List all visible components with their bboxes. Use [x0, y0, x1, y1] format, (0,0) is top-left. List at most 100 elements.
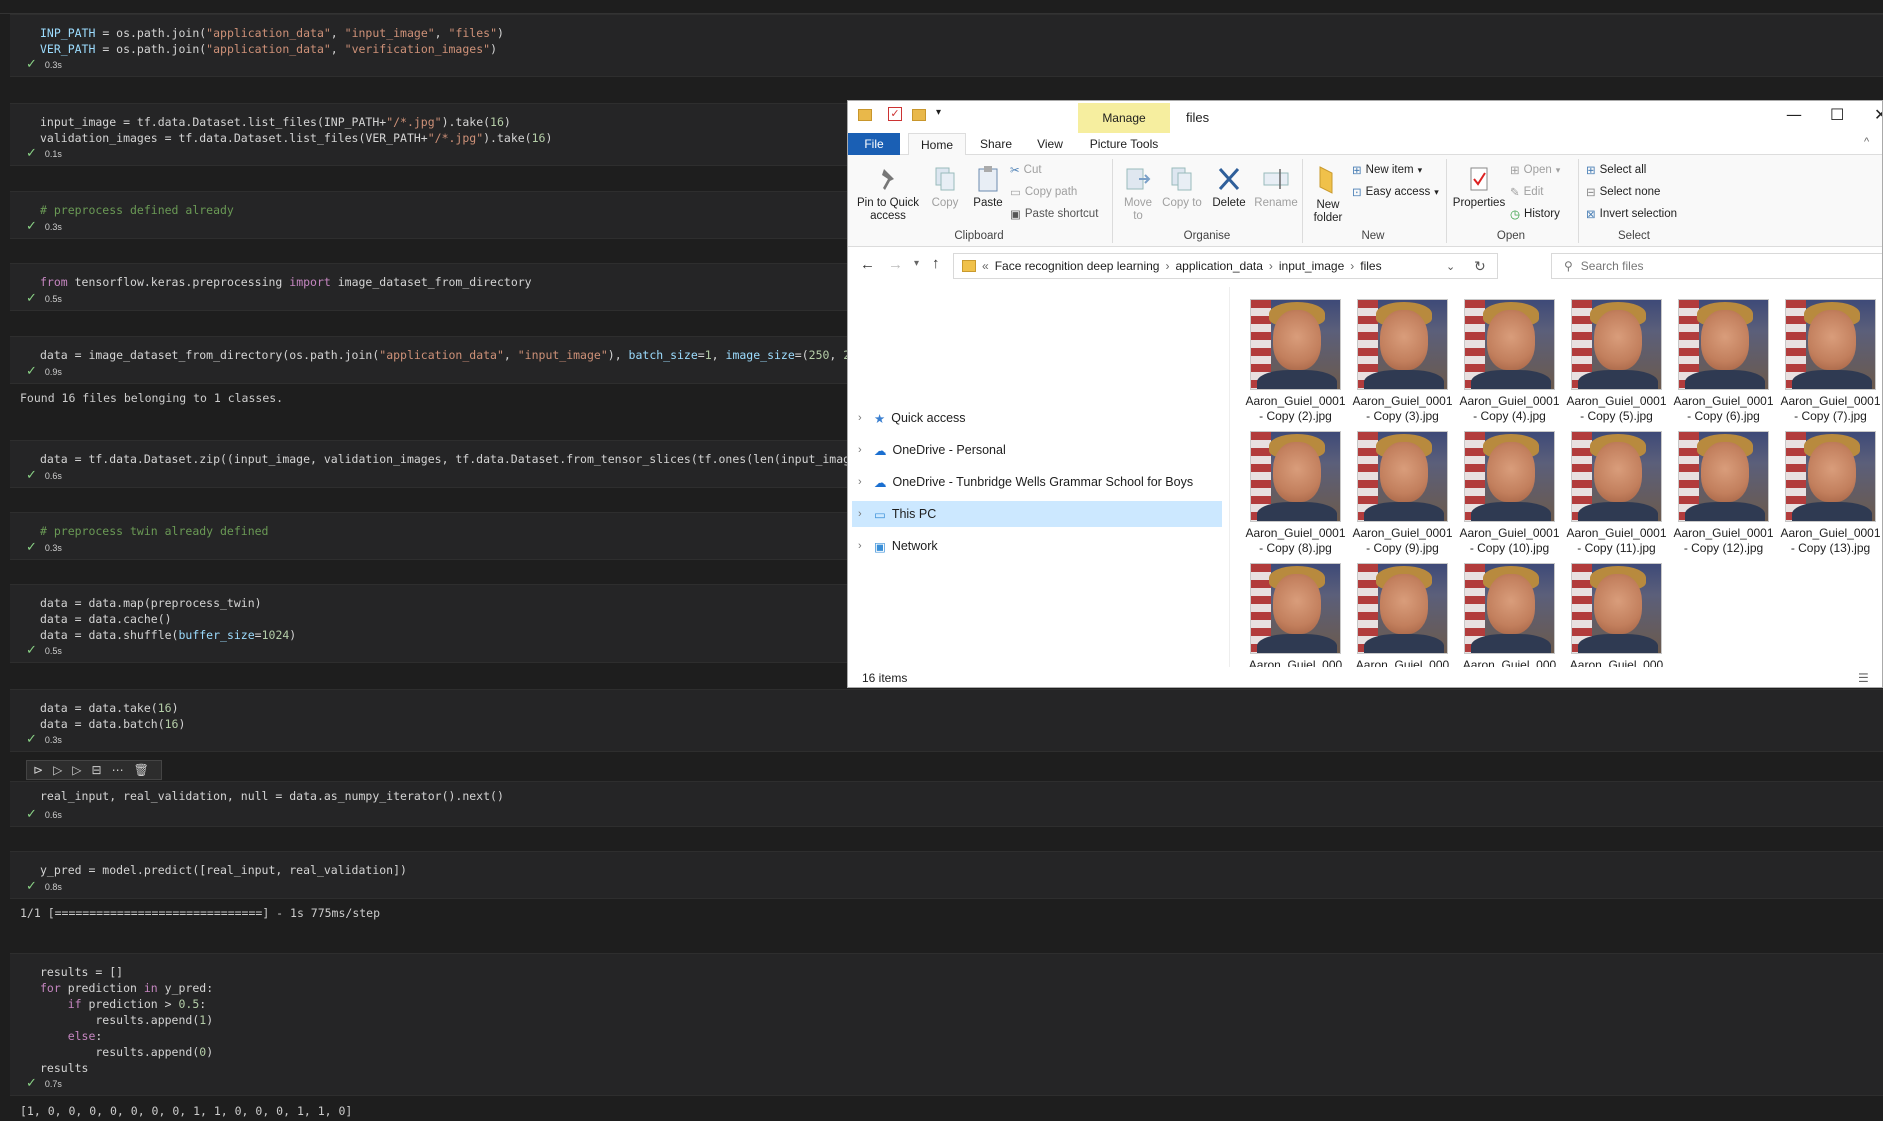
minimize-button[interactable]: —: [1786, 105, 1802, 124]
file-thumbnail[interactable]: Aaron_Guiel_0001 - Copy (6).jpg: [1671, 299, 1776, 424]
tab-file[interactable]: File: [848, 133, 900, 155]
nav-item-quick-access[interactable]: › ★ Quick access: [852, 405, 1222, 431]
file-name: Aaron_Guiel_0001 - Copy (10).jpg: [1459, 526, 1560, 555]
check-icon: ✓: [26, 731, 37, 746]
file-thumbnail[interactable]: Aaron_Guiel_0001 - Copy (3).jpg: [1350, 299, 1455, 424]
ribbon-collapse-icon[interactable]: ^: [1864, 136, 1869, 148]
file-thumbnail[interactable]: Aaron_Guiel_000: [1350, 563, 1455, 667]
tab-share[interactable]: Share: [970, 133, 1022, 155]
refresh-icon[interactable]: ↻: [1474, 258, 1486, 275]
search-box[interactable]: ⚲ Search files: [1551, 253, 1882, 279]
chevron-right-icon[interactable]: ›: [858, 476, 868, 488]
open-button[interactable]: ⊞ Open ▾: [1510, 163, 1560, 177]
more-icon[interactable]: ⋯: [112, 763, 124, 777]
delete-icon[interactable]: 🗑: [134, 763, 149, 777]
details-view-icon[interactable]: ☰: [1858, 671, 1869, 685]
image-thumbnail: [1785, 431, 1876, 522]
copy-button[interactable]: Copy: [928, 165, 962, 210]
search-input[interactable]: Search files: [1581, 259, 1644, 273]
breadcrumb-item[interactable]: Face recognition deep learning: [995, 259, 1160, 273]
file-thumbnail[interactable]: Aaron_Guiel_0001 - Copy (10).jpg: [1457, 431, 1562, 556]
invert-selection-button[interactable]: ⊠ Invert selection: [1586, 207, 1677, 221]
chevron-right-icon[interactable]: ›: [1350, 259, 1354, 273]
tab-picture-tools[interactable]: Picture Tools: [1078, 133, 1170, 155]
easy-access-button[interactable]: ⊡ Easy access ▾: [1352, 185, 1439, 199]
chevron-right-icon[interactable]: ›: [1269, 259, 1273, 273]
manage-tab[interactable]: Manage: [1078, 103, 1170, 133]
chevron-right-icon[interactable]: ›: [858, 412, 868, 424]
maximize-button[interactable]: ☐: [1830, 105, 1844, 124]
open-icon: ⊞: [1510, 165, 1520, 177]
rename-button[interactable]: Rename: [1254, 165, 1298, 210]
file-thumbnail[interactable]: Aaron_Guiel_0001 - Copy (11).jpg: [1564, 431, 1669, 556]
recent-locations-icon[interactable]: ▾: [914, 258, 919, 269]
breadcrumb-item[interactable]: files: [1360, 259, 1381, 273]
chevron-right-icon[interactable]: ›: [858, 444, 868, 456]
move-to-button[interactable]: Move to: [1118, 165, 1158, 223]
select-none-button[interactable]: ⊟ Select none: [1586, 185, 1660, 199]
cell-code: # preprocess defined already: [40, 203, 234, 217]
image-thumbnail: [1250, 563, 1341, 654]
paste-button[interactable]: Paste: [968, 165, 1008, 210]
file-thumbnail[interactable]: Aaron_Guiel_0001 - Copy (12).jpg: [1671, 431, 1776, 556]
execute-below-icon[interactable]: ▷: [72, 763, 81, 777]
copy-path-button[interactable]: ▭ Copy path: [1010, 185, 1077, 199]
nav-item-this-pc[interactable]: › ▭ This PC: [852, 501, 1222, 527]
properties-button[interactable]: Properties: [1452, 165, 1506, 210]
chevron-right-icon[interactable]: ›: [1165, 259, 1169, 273]
forward-arrow-icon[interactable]: →: [888, 256, 903, 273]
properties-check-icon[interactable]: ✓: [888, 107, 902, 121]
cut-button[interactable]: ✂ Cut: [1010, 163, 1042, 177]
file-thumbnail[interactable]: Aaron_Guiel_000: [1457, 563, 1562, 667]
breadcrumb-overflow[interactable]: «: [982, 259, 989, 273]
delete-button[interactable]: Delete: [1208, 165, 1250, 210]
pin-to-quick-access-button[interactable]: Pin to Quick access: [854, 165, 922, 223]
code-cell-12[interactable]: results = [] for prediction in y_pred: i…: [10, 953, 1883, 1096]
file-thumbnail[interactable]: Aaron_Guiel_0001 - Copy (8).jpg: [1243, 431, 1348, 556]
file-thumbnail[interactable]: Aaron_Guiel_0001 - Copy (7).jpg: [1778, 299, 1882, 424]
new-folder-button[interactable]: New folder: [1308, 165, 1348, 225]
file-thumbnail[interactable]: Aaron_Guiel_0001 - Copy (2).jpg: [1243, 299, 1348, 424]
new-group-label: New: [1361, 230, 1385, 242]
paste-shortcut-button[interactable]: ▣ Paste shortcut: [1010, 207, 1098, 221]
code-cell-9[interactable]: data = data.take(16) data = data.batch(1…: [10, 689, 1883, 752]
back-arrow-icon[interactable]: ←: [860, 256, 875, 273]
copy-to-button[interactable]: Copy to: [1162, 165, 1202, 210]
new-item-button[interactable]: ⊞ New item ▾: [1352, 163, 1422, 177]
code-cell-11[interactable]: y_pred = model.predict([real_input, real…: [10, 851, 1883, 899]
split-cell-icon[interactable]: ⊟: [92, 763, 102, 777]
file-thumbnail[interactable]: Aaron_Guiel_0001 - Copy (5).jpg: [1564, 299, 1669, 424]
select-all-button[interactable]: ⊞ Select all: [1586, 163, 1646, 177]
new-folder-icon[interactable]: [912, 109, 926, 121]
code-cell-10[interactable]: real_input, real_validation, null = data…: [10, 781, 1883, 827]
history-button[interactable]: ◷ History: [1510, 207, 1560, 221]
breadcrumb-item[interactable]: application_data: [1175, 259, 1262, 273]
breadcrumb-item[interactable]: input_image: [1279, 259, 1344, 273]
nav-item-network[interactable]: › ▣ Network: [852, 533, 1222, 559]
run-by-line-icon[interactable]: ⊳: [33, 763, 43, 777]
execute-above-icon[interactable]: ▷: [53, 763, 62, 777]
tab-view[interactable]: View: [1026, 133, 1074, 155]
file-thumbnail[interactable]: Aaron_Guiel_0001 - Copy (4).jpg: [1457, 299, 1562, 424]
file-thumbnail[interactable]: Aaron_Guiel_000: [1243, 563, 1348, 667]
file-name: Aaron_Guiel_0001 - Copy (8).jpg: [1245, 526, 1346, 555]
navigation-bar: ← → ▾ ↑ « Face recognition deep learning…: [848, 249, 1882, 281]
tab-home[interactable]: Home: [908, 133, 966, 155]
nav-item-onedrive-school[interactable]: › ☁ OneDrive - Tunbridge Wells Grammar Sch…: [852, 469, 1222, 495]
file-explorer-window[interactable]: ✓ ▾ Manage files — ☐ ✕ File Home Share V…: [847, 100, 1883, 688]
file-thumbnail[interactable]: Aaron_Guiel_0001 - Copy (13).jpg: [1778, 431, 1882, 556]
chevron-right-icon[interactable]: ›: [858, 508, 868, 520]
address-bar[interactable]: « Face recognition deep learning › applic…: [953, 253, 1498, 279]
file-thumbnail[interactable]: Aaron_Guiel_000: [1564, 563, 1669, 667]
dropdown-icon: ▾: [1417, 164, 1423, 175]
file-thumbnail[interactable]: Aaron_Guiel_0001 - Copy (9).jpg: [1350, 431, 1455, 556]
chevron-right-icon[interactable]: ›: [858, 540, 868, 552]
address-dropdown-icon[interactable]: ⌄: [1446, 260, 1455, 273]
paste-shortcut-icon: ▣: [1010, 209, 1021, 221]
edit-button[interactable]: ✎ Edit: [1510, 185, 1543, 199]
customize-qat-icon[interactable]: ▾: [936, 107, 941, 118]
nav-item-onedrive-personal[interactable]: › ☁ OneDrive - Personal: [852, 437, 1222, 463]
close-button[interactable]: ✕: [1874, 105, 1882, 124]
up-arrow-icon[interactable]: ↑: [932, 255, 940, 272]
code-cell-1[interactable]: INP_PATH = os.path.join("application_dat…: [10, 14, 1883, 77]
